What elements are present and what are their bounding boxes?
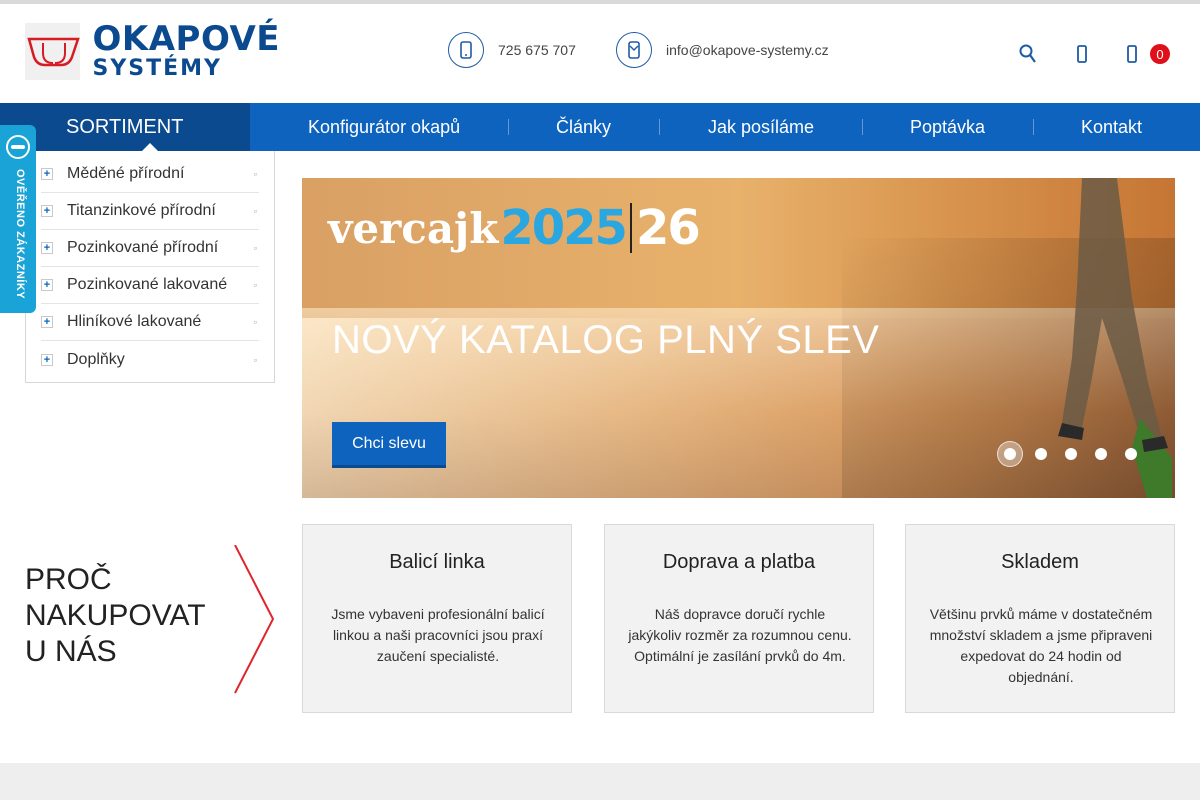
sidebar-item-label[interactable]: Pozinkované přírodní	[67, 239, 218, 257]
nav-separator	[862, 119, 863, 135]
hero-slider: vercajk 2025 26 NOVÝ KATALOG PLNÝ SLEV C…	[302, 178, 1175, 498]
sidebar-item-titanzinkove[interactable]: + Titanzinkové přírodní ▫	[41, 193, 259, 230]
header: OKAPOVÉ SYSTÉMY 725 675 707 info@okapove…	[0, 4, 1200, 103]
feature-title: Balicí linka	[389, 551, 485, 573]
nav-item-kontakt[interactable]: Kontakt	[1081, 103, 1142, 151]
feature-text: Jsme vybaveni profesionální balicí linko…	[331, 606, 545, 664]
sidebar-item-pozinkovane-prirodni[interactable]: + Pozinkované přírodní ▫	[41, 230, 259, 267]
feature-title: Doprava a platba	[662, 551, 816, 573]
logo[interactable]: OKAPOVÉ SYSTÉMY	[25, 18, 280, 84]
plus-icon[interactable]: +	[41, 205, 53, 217]
logo-text: OKAPOVÉ SYSTÉMY	[92, 22, 280, 80]
nav-sortiment-label: SORTIMENT	[66, 115, 184, 138]
chevron-icon: ▫	[253, 354, 257, 365]
why-heading: PROČ NAKUPOVAT U NÁS	[25, 562, 206, 670]
chevron-icon: ▫	[253, 169, 257, 179]
sidebar-item-label[interactable]: Titanzinkové přírodní	[67, 202, 216, 220]
chevron-right-icon	[234, 545, 275, 694]
verified-seal-icon	[6, 135, 30, 159]
plus-icon[interactable]: +	[41, 316, 53, 328]
feature-card-skladem: Skladem Většinu prvků máme v dostatečném…	[905, 524, 1175, 713]
slider-dot-1[interactable]	[997, 441, 1023, 467]
sidebar-item-label[interactable]: Hliníkové lakované	[67, 313, 201, 331]
category-sidebar: + Měděné přírodní ▫ + Titanzinkové příro…	[25, 151, 275, 383]
hero-cta-button[interactable]: Chci slevu	[332, 422, 446, 468]
feature-text: Většinu prvků máme v dostatečném množstv…	[929, 606, 1153, 685]
why-heading-line-3: U NÁS	[25, 635, 117, 668]
plus-icon[interactable]: +	[41, 279, 53, 291]
slider-dot-5[interactable]	[1125, 448, 1137, 460]
plus-icon[interactable]: +	[41, 168, 53, 180]
user-icon[interactable]	[1070, 40, 1094, 68]
cart-count-badge: 0	[1150, 44, 1170, 64]
why-heading-line-2: NAKUPOVAT	[25, 599, 206, 632]
sidebar-item-label[interactable]: Pozinkované lakované	[67, 276, 227, 294]
sidebar-item-label[interactable]: Měděné přírodní	[67, 165, 184, 183]
nav-separator	[1033, 119, 1034, 135]
contact-email[interactable]: info@okapove-systemy.cz	[616, 32, 829, 68]
nav-item-jak-posilame[interactable]: Jak posíláme	[708, 103, 814, 151]
nav-item-konfigurator[interactable]: Konfigurátor okapů	[308, 103, 460, 151]
nav-separator	[508, 119, 509, 135]
footer-band	[0, 763, 1200, 800]
search-icon[interactable]	[1016, 40, 1040, 68]
nav-separator	[659, 119, 660, 135]
cart-icon	[1120, 40, 1144, 68]
nav-sortiment[interactable]: SORTIMENT	[0, 103, 250, 152]
hero-brand: vercajk 2025 26	[328, 200, 701, 256]
sidebar-item-doplnky[interactable]: + Doplňky ▫	[41, 341, 259, 378]
nav-item-poptavka[interactable]: Poptávka	[910, 103, 985, 151]
plus-icon[interactable]: +	[41, 242, 53, 254]
hero-brand-year-2: 26	[635, 200, 701, 256]
main-nav: SORTIMENT Konfigurátor okapů Články Jak …	[0, 103, 1200, 152]
logo-line-1: OKAPOVÉ	[92, 19, 280, 59]
cart-button[interactable]: 0	[1120, 40, 1170, 68]
slider-dot-3[interactable]	[1065, 448, 1077, 460]
chevron-icon: ▫	[253, 280, 257, 290]
slider-dot-4[interactable]	[1095, 448, 1107, 460]
contact-phone[interactable]: 725 675 707	[448, 32, 576, 68]
why-heading-line-1: PROČ	[25, 563, 112, 596]
sidebar-item-medene[interactable]: + Měděné přírodní ▫	[41, 156, 259, 193]
feature-card-doprava: Doprava a platba Náš dopravce doručí ryc…	[604, 524, 874, 713]
phone-number[interactable]: 725 675 707	[498, 42, 576, 58]
mail-icon	[616, 32, 652, 68]
slider-dot-2[interactable]	[1035, 448, 1047, 460]
hero-headline: NOVÝ KATALOG PLNÝ SLEV	[332, 318, 880, 362]
verified-badge-text: OVĚŘENO ZÁKAZNÍKY	[14, 169, 26, 300]
chevron-icon: ▫	[253, 206, 257, 216]
slider-dots	[997, 441, 1137, 467]
hero-brand-year-1: 2025	[500, 200, 628, 256]
sidebar-item-hlinikove[interactable]: + Hliníkové lakované ▫	[41, 304, 259, 341]
verified-badge[interactable]: OVĚŘENO ZÁKAZNÍKY	[0, 125, 36, 313]
hero-brand-word: vercajk	[328, 203, 499, 253]
feature-title: Skladem	[1001, 551, 1079, 573]
nav-item-clanky[interactable]: Články	[556, 103, 611, 151]
chevron-icon: ▫	[253, 243, 257, 253]
plus-icon[interactable]: +	[41, 353, 53, 366]
sidebar-item-pozinkovane-lakovane[interactable]: + Pozinkované lakované ▫	[41, 267, 259, 304]
hero-brand-separator	[629, 203, 632, 253]
sidebar-item-label[interactable]: Doplňky	[67, 351, 125, 369]
chevron-icon: ▫	[253, 317, 257, 327]
feature-text: Náš dopravce doručí rychle jakýkoliv roz…	[628, 606, 852, 664]
email-address[interactable]: info@okapove-systemy.cz	[666, 42, 829, 58]
feature-card-balici-linka: Balicí linka Jsme vybaveni profesionální…	[302, 524, 572, 713]
gutter-logo-icon	[25, 22, 81, 80]
header-icons: 0	[1016, 40, 1170, 68]
logo-line-2: SYSTÉMY	[92, 56, 222, 81]
phone-icon	[448, 32, 484, 68]
